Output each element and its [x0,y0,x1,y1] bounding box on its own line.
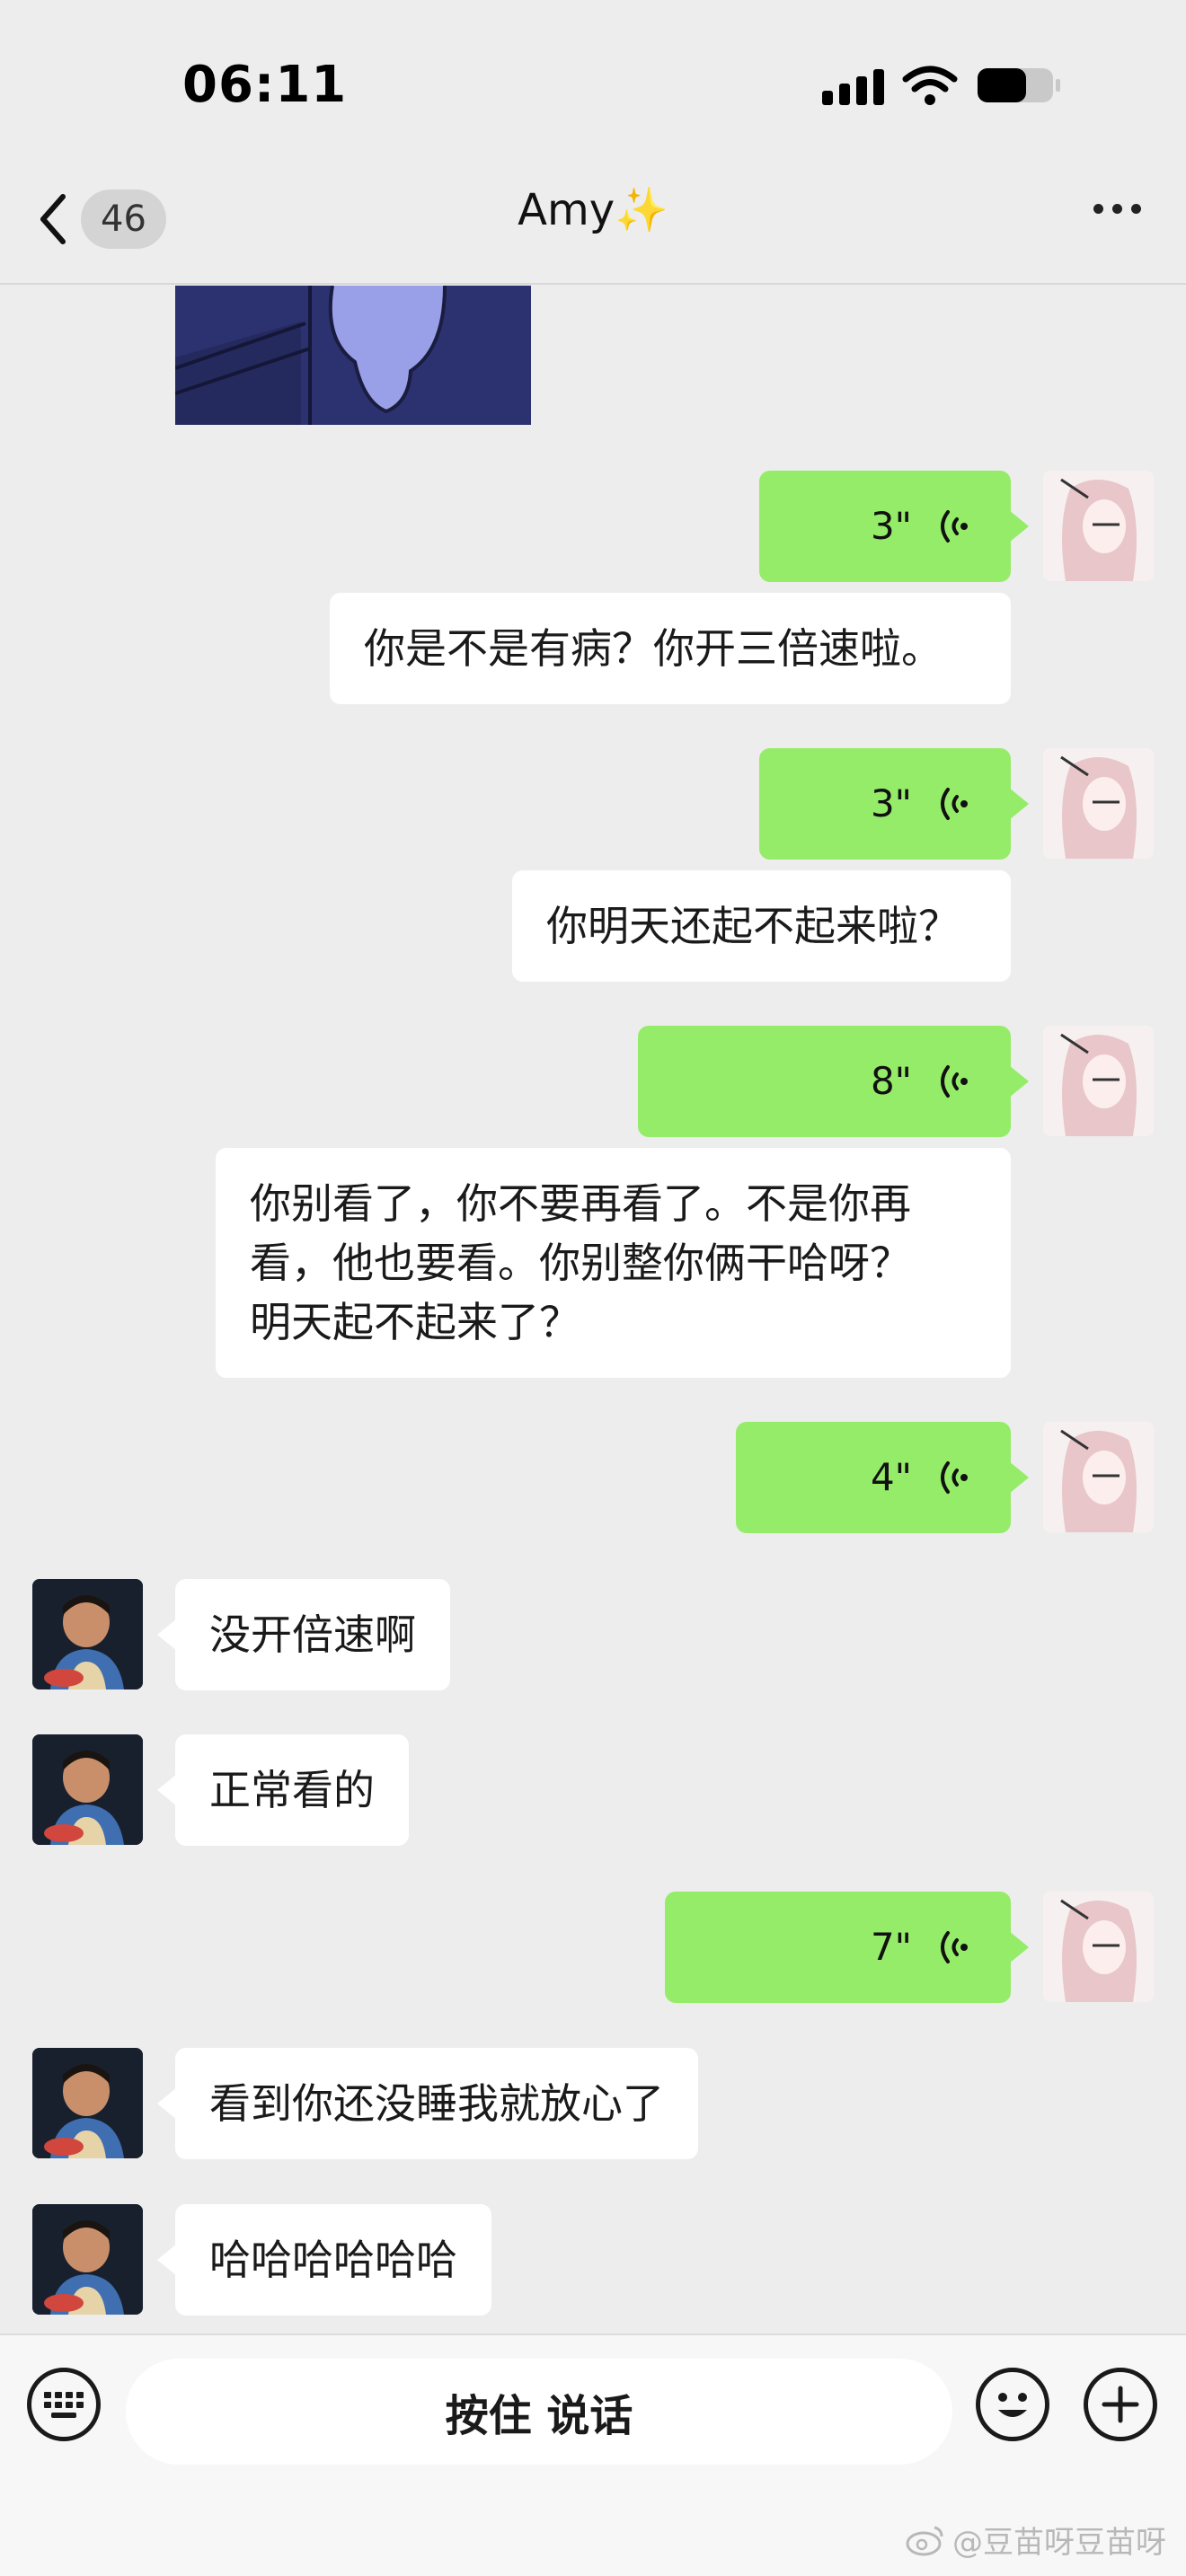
emoji-icon [998,2393,1027,2417]
contact-avatar[interactable] [32,2048,143,2158]
my-avatar[interactable] [1043,1422,1154,1532]
my-avatar[interactable] [1043,748,1154,859]
keyboard-toggle-button[interactable] [27,2368,101,2441]
battery-icon [976,65,1062,106]
hold-to-talk-button[interactable]: 按住 说话 [126,2359,952,2465]
contact-avatar[interactable] [32,1579,143,1689]
received-text-bubble[interactable]: 没开倍速啊 [157,1579,450,1690]
voice-duration: 8" [870,1059,912,1103]
voice-duration: 4" [870,1455,912,1499]
contact-avatar[interactable] [32,2204,143,2315]
voice-duration: 3" [870,504,912,548]
received-text-bubble[interactable]: 正常看的 [157,1734,409,1846]
voice-duration: 3" [870,781,912,825]
voice-message-bubble[interactable]: 4" [736,1422,1029,1533]
received-text-bubble[interactable]: 哈哈哈哈哈哈 [157,2204,491,2316]
chat-nav-bar: 46 Amy✨ [0,157,1186,285]
more-functions-button[interactable] [1084,2368,1157,2441]
status-time: 06:11 [182,56,348,114]
my-avatar[interactable] [1043,1026,1154,1136]
received-text-bubble[interactable]: 看到你还没睡我就放心了 [157,2048,698,2159]
transcript-line: 看，他也要看。你别整你俩干哈呀？ [250,1239,911,1287]
status-bar: 06:11 [0,0,1186,157]
cellular-signal-icon [822,66,884,105]
voice-message-bubble[interactable]: 7" [665,1892,1029,2003]
voice-wave-icon [941,1461,968,1494]
my-avatar[interactable] [1043,471,1154,581]
voice-transcript: 你是不是有病？你开三倍速啦。 [330,593,1011,704]
emoji-button[interactable] [976,2368,1049,2441]
status-icons [822,65,1062,106]
voice-wave-icon [941,1065,968,1098]
chat-title: Amy✨ [518,185,668,235]
cartoon-image [175,286,531,425]
transcript-line: 明天起不起来了？ [250,1298,580,1346]
contact-avatar[interactable] [32,1734,143,1845]
voice-wave-icon [941,1931,968,1963]
shared-image-message[interactable] [175,286,531,425]
voice-message-bubble[interactable]: 3" [759,471,1029,582]
wifi-icon [902,65,958,106]
voice-wave-icon [941,788,968,820]
my-avatar[interactable] [1043,1892,1154,2002]
watermark: @豆苗呀豆苗呀 [906,2518,1166,2562]
voice-transcript: 你别看了，你不要再看了。不是你再 看，他也要看。你别整你俩干哈呀？ 明天起不起来… [216,1148,1011,1378]
transcript-line: 你别看了，你不要再看了。不是你再 [250,1179,911,1228]
message-list[interactable]: 3" 你是不是有病？你开三倍速啦。 3" 你明天还起不起来啦？ 8" 你别看了，… [0,286,1186,2333]
voice-message-bubble[interactable]: 8" [638,1026,1029,1137]
keyboard-icon [44,2392,84,2418]
weibo-icon [906,2526,943,2555]
voice-wave-icon [941,510,968,543]
watermark-text: @豆苗呀豆苗呀 [952,2525,1166,2561]
voice-duration: 7" [870,1925,912,1969]
plus-icon [1102,2386,1139,2423]
chat-input-bar: 按住 说话 @豆苗呀豆苗呀 [0,2333,1186,2576]
voice-message-bubble[interactable]: 3" [759,748,1029,860]
more-dots-icon [1093,204,1103,214]
more-options-button[interactable] [1093,204,1141,214]
voice-transcript: 你明天还起不起来啦？ [512,870,1011,982]
